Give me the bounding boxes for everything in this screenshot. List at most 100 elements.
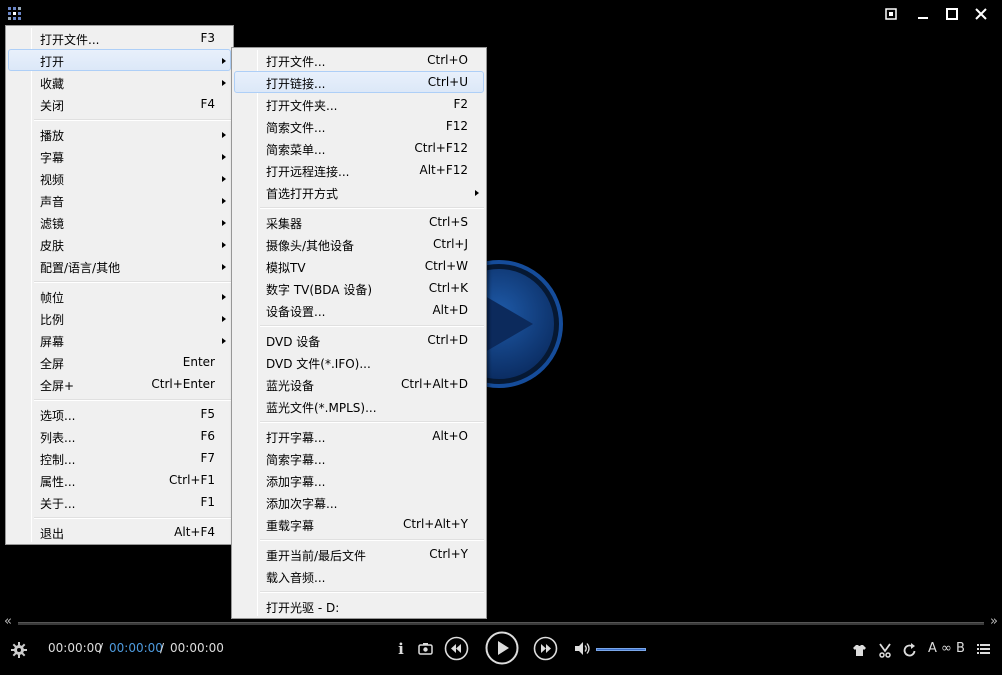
open-submenu-item[interactable]: 数字 TV(BDA 设备) Ctrl+K [234,277,484,299]
menu-item-shortcut: Ctrl+S [428,215,468,229]
submenu-arrow-icon [222,264,226,270]
main-menu-item[interactable]: 控制... F7 [8,447,231,469]
menu-item-shortcut: Ctrl+Y [429,547,468,561]
menu-item-label: 属性... [40,475,76,489]
menu-item-label: 帧位 [40,291,65,305]
main-menu-item[interactable]: 皮肤 [8,233,231,255]
fullscreen-toggle-icon[interactable] [880,5,902,23]
main-menu-item[interactable]: 关闭 F4 [8,93,231,115]
skin-shirt-icon[interactable] [852,644,867,657]
menu-item-shortcut: F7 [200,451,215,465]
main-menu-item[interactable]: 收藏 [8,71,231,93]
menu-separator [34,517,231,519]
main-menu-item[interactable]: 打开 [8,49,231,71]
menu-item-shortcut: F4 [200,97,215,111]
main-menu-item[interactable]: 全屏 Enter [8,351,231,373]
open-submenu-item[interactable]: 打开链接... Ctrl+U [234,71,484,93]
open-submenu-item[interactable]: 载入音频... [234,565,484,587]
open-submenu-item[interactable]: 打开光驱 - D: [234,595,484,617]
app-menu-icon[interactable] [8,7,21,20]
seek-bar[interactable] [18,622,984,625]
main-menu-item[interactable]: 全屏+ Ctrl+Enter [8,373,231,395]
trim-icon[interactable] [878,643,892,658]
main-menu-item[interactable]: 屏幕 [8,329,231,351]
menu-item-shortcut: Ctrl+J [433,237,468,251]
main-menu-item[interactable]: 打开文件... F3 [8,27,231,49]
menu-separator [34,399,231,401]
main-menu-item[interactable]: 退出 Alt+F4 [8,521,231,543]
time-separator: / [160,641,165,655]
menu-item-label: 比例 [40,313,65,327]
settings-gear-icon[interactable] [11,642,27,658]
menu-item-label: 载入音频... [266,571,326,585]
previous-icon[interactable] [444,636,469,661]
open-submenu-item[interactable]: 打开文件... Ctrl+O [234,49,484,71]
menu-item-label: 重开当前/最后文件 [266,549,367,563]
main-context-menu: 打开文件... F3 打开 收藏 关闭 F4 播放字幕视频 声音 滤镜 皮肤 配置/语言/其他帧位比… [5,25,234,545]
open-submenu-item[interactable]: 简索字幕... [234,447,484,469]
time-total: 00:00:00 [170,641,224,655]
open-submenu-item[interactable]: 重载字幕 Ctrl+Alt+Y [234,513,484,535]
time-ab[interactable]: 00:00:00 [109,641,163,655]
maximize-icon[interactable] [941,5,963,23]
main-menu-item[interactable]: 选项... F5 [8,403,231,425]
menu-item-label: 打开光驱 - D: [266,601,340,615]
menu-item-label: DVD 文件(*.IFO)... [266,357,371,371]
open-submenu-item[interactable]: 蓝光设备 Ctrl+Alt+D [234,373,484,395]
main-menu-item[interactable]: 列表... F6 [8,425,231,447]
main-menu-item[interactable]: 属性... Ctrl+F1 [8,469,231,491]
info-icon[interactable]: i [394,640,408,658]
menu-item-label: 控制... [40,453,76,467]
seek-forward-icon[interactable]: » [990,614,998,629]
open-submenu-item[interactable]: 采集器 Ctrl+S [234,211,484,233]
open-submenu-item[interactable]: 设备设置... Alt+D [234,299,484,321]
open-submenu-item[interactable]: 简索菜单... Ctrl+F12 [234,137,484,159]
screenshot-icon[interactable] [418,642,433,655]
menu-item-shortcut: Ctrl+K [428,281,468,295]
next-icon[interactable] [533,636,558,661]
open-submenu-item[interactable]: 模拟TV Ctrl+W [234,255,484,277]
close-icon[interactable] [970,5,992,23]
main-menu-item[interactable]: 播放 [8,123,231,145]
main-menu-item[interactable]: 声音 [8,189,231,211]
menu-item-shortcut: Alt+O [432,429,468,443]
menu-item-label: 摄像头/其他设备 [266,239,355,253]
menu-item-shortcut: Ctrl+Enter [151,377,215,391]
open-submenu-item[interactable]: 简索文件... F12 [234,115,484,137]
menu-item-label: 添加字幕... [266,475,326,489]
main-menu-item[interactable]: 滤镜 [8,211,231,233]
seek-back-icon[interactable]: « [4,614,12,629]
open-submenu-item[interactable]: 添加次字幕... [234,491,484,513]
main-menu-item[interactable]: 关于... F1 [8,491,231,513]
open-submenu-item[interactable]: 打开字幕... Alt+O [234,425,484,447]
main-menu-item[interactable]: 比例 [8,307,231,329]
open-submenu-item[interactable]: 摄像头/其他设备 Ctrl+J [234,233,484,255]
menu-item-label: 打开链接... [266,77,326,91]
menu-item-shortcut: F3 [200,31,215,45]
minimize-icon[interactable] [912,5,934,23]
menu-item-label: 采集器 [266,217,303,231]
open-submenu-item[interactable]: DVD 文件(*.IFO)... [234,351,484,373]
open-submenu-item[interactable]: 重开当前/最后文件 Ctrl+Y [234,543,484,565]
open-submenu-item[interactable]: DVD 设备 Ctrl+D [234,329,484,351]
open-submenu-item[interactable]: 添加字幕... [234,469,484,491]
main-menu-item[interactable]: 配置/语言/其他 [8,255,231,277]
main-menu-item[interactable]: 视频 [8,167,231,189]
playlist-icon[interactable] [977,643,990,656]
menu-item-label: 字幕 [40,151,65,165]
menu-item-label: 简索文件... [266,121,326,135]
repeat-icon[interactable] [903,643,917,658]
volume-icon[interactable] [574,641,592,656]
menu-separator [260,421,484,423]
play-icon[interactable] [485,631,519,665]
ab-repeat-icon[interactable]: A ∞ B [928,641,965,656]
open-submenu-item[interactable]: 打开远程连接... Alt+F12 [234,159,484,181]
main-menu-item[interactable]: 帧位 [8,285,231,307]
volume-slider[interactable] [596,648,646,651]
open-submenu-item[interactable]: 打开文件夹... F2 [234,93,484,115]
menu-item-label: 蓝光文件(*.MPLS)... [266,401,377,415]
main-menu-item[interactable]: 字幕 [8,145,231,167]
menu-item-label: 屏幕 [40,335,65,349]
open-submenu-item[interactable]: 首选打开方式 [234,181,484,203]
open-submenu-item[interactable]: 蓝光文件(*.MPLS)... [234,395,484,417]
